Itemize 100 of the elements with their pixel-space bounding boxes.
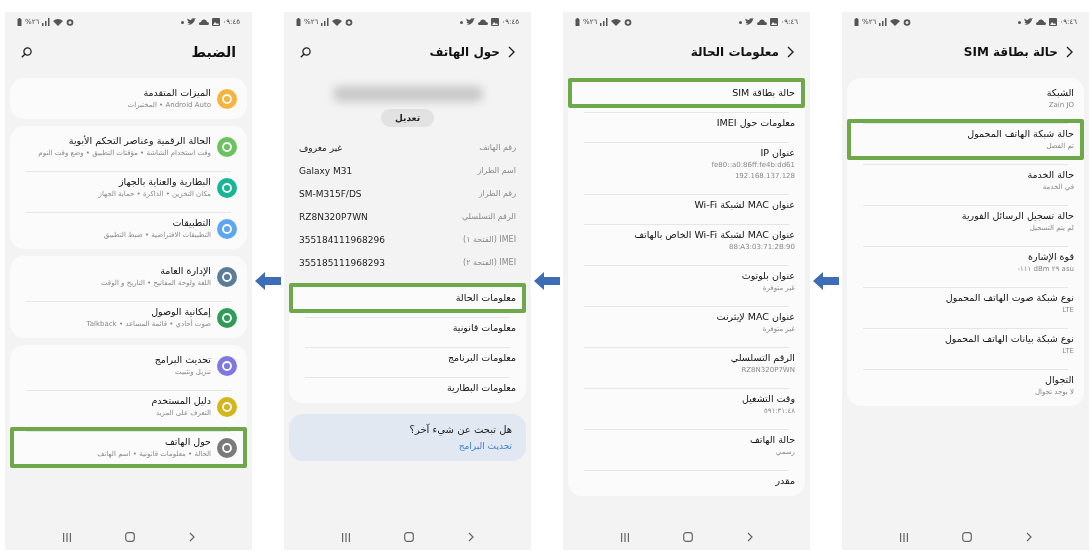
alarm-icon	[345, 18, 354, 26]
search-icon[interactable]	[300, 46, 311, 58]
back-chevron-icon[interactable]	[508, 46, 515, 58]
back-icon[interactable]	[747, 532, 754, 542]
list-item[interactable]: مقدر	[568, 466, 805, 496]
cloud-icon	[756, 19, 767, 25]
item-title: عنوان MAC لشبكة Wi-Fi	[694, 198, 795, 212]
item-title: عنوان بلوتوث	[741, 269, 795, 283]
info-value: غير معروف	[299, 142, 343, 153]
info-label: IMEI (الفتحة ٢)	[463, 258, 516, 267]
home-icon[interactable]	[125, 532, 136, 542]
item-title: عنوان MAC لإيثرنت	[716, 310, 795, 324]
alarm-icon	[624, 18, 633, 26]
item-title: الميزات المتقدمة	[143, 86, 211, 100]
item-title: حالة تسجيل الرسائل الفورية	[961, 209, 1074, 223]
info-value: Galaxy M31	[299, 165, 353, 176]
item-title: معلومات البطارية	[446, 381, 516, 395]
back-chevron-icon[interactable]	[787, 46, 794, 58]
signal-icon	[42, 18, 51, 26]
wifi-icon	[53, 18, 64, 26]
screen-title: الضبط	[191, 44, 236, 60]
home-icon[interactable]	[683, 532, 694, 542]
item-title: معلومات الحالة	[455, 291, 516, 305]
list-item[interactable]: معلومات البرنامج	[289, 343, 526, 373]
search-icon[interactable]	[21, 46, 32, 58]
alarm-icon	[903, 18, 912, 26]
arrow-icon	[813, 272, 839, 290]
item-title: الشبكة	[1046, 86, 1074, 100]
list-item[interactable]: عنوان MAC لشبكة Wi-Fi	[568, 190, 805, 220]
image-icon	[211, 18, 220, 26]
image-icon	[769, 18, 778, 26]
bird-icon	[744, 18, 754, 26]
battery-icon	[854, 18, 859, 26]
item-title: حالة بطاقة SIM	[732, 86, 795, 100]
recent-apps-icon[interactable]	[898, 532, 909, 542]
item-title: نوع شبكة صوت الهاتف المحمول	[945, 291, 1074, 305]
screen-title: حالة بطاقة SIM	[963, 45, 1058, 59]
list-item[interactable]: معلومات قانونية	[289, 313, 526, 343]
signal-icon	[879, 18, 888, 26]
info-value: RZ8N320P7WN	[299, 211, 368, 222]
back-icon[interactable]	[468, 532, 475, 542]
info-label: رقم الهاتف	[479, 143, 516, 152]
item-title: الإدارة العامة	[160, 264, 211, 278]
item-title: التطبيقات	[172, 216, 211, 230]
item-title: حول الهاتف	[165, 435, 211, 449]
info-label: الرقم التسلسلي	[461, 212, 516, 221]
info-value: SM-M315F/DS	[299, 188, 362, 199]
alarm-icon	[66, 18, 75, 26]
item-title: حالة الهاتف	[749, 433, 795, 447]
item-title: دليل المستخدم	[151, 394, 211, 408]
list-item[interactable]: معلومات الحالة	[289, 283, 526, 313]
arrow-icon	[534, 272, 560, 290]
item-title: عنوان MAC لشبكة Wi-Fi الخاص بالهاتف	[634, 228, 795, 242]
back-chevron-icon[interactable]	[1066, 46, 1073, 58]
home-icon[interactable]	[404, 532, 415, 542]
list-item[interactable]: حالة بطاقة SIM	[568, 78, 805, 108]
battery-icon	[17, 18, 22, 26]
dot-icon	[738, 20, 742, 24]
list-item[interactable]: معلومات البطارية	[289, 373, 526, 403]
dot-icon	[180, 20, 184, 24]
back-icon[interactable]	[189, 532, 196, 542]
item-title: معلومات حول IMEI	[716, 116, 795, 130]
edit-button[interactable]: تعديل	[380, 109, 435, 127]
recent-apps-icon[interactable]	[619, 532, 630, 542]
info-value: 355184111968296	[299, 234, 385, 245]
item-title: تحديث البرامج	[154, 353, 211, 367]
signal-icon	[321, 18, 330, 26]
dot-icon	[459, 20, 463, 24]
wifi-icon	[890, 18, 901, 26]
item-title: عنوان IP	[760, 146, 795, 160]
battery-icon	[296, 18, 301, 26]
info-label: IMEI (الفتحة ١)	[463, 235, 516, 244]
bird-icon	[465, 18, 475, 26]
recent-apps-icon[interactable]	[61, 532, 72, 542]
bird-icon	[1023, 18, 1033, 26]
info-value: 355185111968293	[299, 257, 385, 268]
wifi-icon	[611, 18, 622, 26]
battery-icon	[575, 18, 580, 26]
item-title: مقدر	[775, 474, 795, 488]
dot-icon	[1017, 20, 1021, 24]
info-label: اسم الطراز	[477, 166, 516, 175]
image-icon	[1048, 18, 1057, 26]
recent-apps-icon[interactable]	[340, 532, 351, 542]
back-icon[interactable]	[1026, 532, 1033, 542]
suggestion-question: هل تبحث عن شيء آخر؟	[409, 424, 512, 435]
signal-icon	[600, 18, 609, 26]
info-label: رقم الطراز	[478, 189, 516, 198]
item-title: البطارية والعناية بالجهاز	[118, 175, 211, 189]
home-icon[interactable]	[962, 532, 973, 542]
cloud-icon	[1035, 19, 1046, 25]
screen-title: حول الهاتف	[429, 45, 500, 59]
bird-icon	[186, 18, 196, 26]
item-title: معلومات قانونية	[452, 321, 516, 335]
list-item[interactable]: معلومات حول IMEI	[568, 108, 805, 138]
item-title: حالة شبكة الهاتف المحمول	[967, 127, 1074, 141]
wifi-icon	[332, 18, 343, 26]
item-title: الرقم التسلسلي	[730, 351, 795, 365]
item-title: قوة الإشارة	[1028, 250, 1074, 264]
item-title: إمكانية الوصول	[151, 305, 211, 319]
cloud-icon	[198, 19, 209, 25]
